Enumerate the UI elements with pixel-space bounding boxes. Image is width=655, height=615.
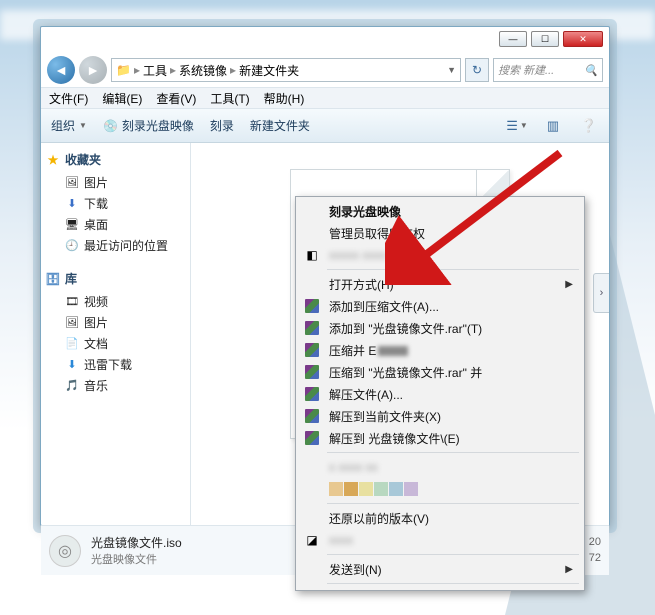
- sidebar: ★ 收藏夹 🖼 图片 ⬇ 下载 🖥 桌面 🕘 最近访问的位置 🗄 库 🎞 视频 🖼 图片 📄 文档 ⬇ 迅雷…: [41, 143, 191, 525]
- ctx-blurred-2[interactable]: x xxxx xx: [299, 456, 581, 478]
- new-folder-button[interactable]: 新建文件夹: [250, 117, 310, 134]
- ctx-send-to[interactable]: 发送到(N)▶: [299, 558, 581, 580]
- ctx-blurred-3[interactable]: ◪xxxx: [299, 529, 581, 551]
- sidebar-item-lib-2[interactable]: 📄 文档: [45, 333, 186, 354]
- sidebar-item-label: 桌面: [84, 216, 108, 233]
- crumb-1[interactable]: 系统镜像: [179, 62, 227, 79]
- selected-file-type: 光盘映像文件: [91, 551, 182, 567]
- sidebar-item-label: 最近访问的位置: [84, 237, 168, 254]
- crumb-sep-icon: ▸: [133, 63, 141, 77]
- crumb-0[interactable]: 工具: [143, 62, 167, 79]
- sidebar-item-icon: 🎞: [65, 295, 79, 309]
- view-options-button[interactable]: ☰▼: [507, 117, 527, 135]
- ctx-restore-previous[interactable]: 还原以前的版本(V): [299, 507, 581, 529]
- help-button[interactable]: ❔: [579, 117, 599, 135]
- maximize-button[interactable]: ☐: [531, 31, 559, 47]
- folder-icon: 📁: [116, 63, 131, 77]
- winrar-icon: [305, 431, 319, 445]
- ctx-add-to-rar[interactable]: 添加到 "光盘镜像文件.rar"(T): [299, 317, 581, 339]
- menu-edit[interactable]: 编辑(E): [102, 90, 142, 107]
- generic-icon: ◧: [303, 247, 321, 263]
- minimize-button[interactable]: —: [499, 31, 527, 47]
- sidebar-item-icon: 🖼: [65, 176, 79, 190]
- sidebar-item-icon: ⬇: [65, 197, 79, 211]
- burn-image-button[interactable]: 💿刻录光盘映像: [103, 117, 194, 134]
- sidebar-item-lib-1[interactable]: 🖼 图片: [45, 312, 186, 333]
- forward-button[interactable]: ►: [79, 56, 107, 84]
- context-menu: 刻录光盘映像 管理员取得所有权 ◧xxxxx xxxx 打开方式(H)▶ 添加到…: [295, 196, 585, 591]
- menu-file[interactable]: 文件(F): [49, 90, 88, 107]
- nav-row: ◄ ► 📁 ▸ 工具 ▸ 系统镜像 ▸ 新建文件夹 ▼ ↻ 搜索 新建... 🔍: [41, 53, 609, 87]
- sidebar-item-icon: 📄: [65, 337, 79, 351]
- sidebar-item-fav-2[interactable]: 🖥 桌面: [45, 214, 186, 235]
- winrar-icon: [305, 343, 319, 357]
- sidebar-item-lib-3[interactable]: ⬇ 迅雷下载: [45, 354, 186, 375]
- star-icon: ★: [45, 152, 61, 168]
- generic-icon: ◪: [303, 532, 321, 548]
- ctx-extract-here[interactable]: 解压到当前文件夹(X): [299, 405, 581, 427]
- search-icon: 🔍: [584, 64, 598, 77]
- organize-button[interactable]: 组织▼: [51, 117, 87, 134]
- ctx-extract[interactable]: 解压文件(A)...: [299, 383, 581, 405]
- crumb-2[interactable]: 新建文件夹: [239, 62, 299, 79]
- ctx-compress-and[interactable]: 压缩并 E: [299, 339, 581, 361]
- ctx-blurred-1[interactable]: ◧xxxxx xxxx: [299, 244, 581, 266]
- winrar-icon: [305, 299, 319, 313]
- back-button[interactable]: ◄: [47, 56, 75, 84]
- menu-view[interactable]: 查看(V): [156, 90, 196, 107]
- libraries-icon: 🗄: [45, 271, 61, 287]
- sidebar-item-lib-0[interactable]: 🎞 视频: [45, 291, 186, 312]
- disc-icon: 💿: [103, 119, 118, 133]
- burn-button[interactable]: 刻录: [210, 117, 234, 134]
- disc-image-icon: ◎: [49, 535, 81, 567]
- menu-help[interactable]: 帮助(H): [264, 90, 305, 107]
- refresh-button[interactable]: ↻: [465, 58, 489, 82]
- sidebar-item-label: 迅雷下载: [84, 356, 132, 373]
- submenu-arrow-icon: ▶: [565, 279, 573, 290]
- sidebar-item-label: 图片: [84, 314, 108, 331]
- sidebar-item-fav-3[interactable]: 🕘 最近访问的位置: [45, 235, 186, 256]
- sidebar-item-label: 图片: [84, 174, 108, 191]
- ctx-extract-to[interactable]: 解压到 光盘镜像文件\(E): [299, 427, 581, 449]
- close-button[interactable]: ✕: [563, 31, 603, 47]
- sidebar-item-fav-0[interactable]: 🖼 图片: [45, 172, 186, 193]
- sidebar-item-label: 视频: [84, 293, 108, 310]
- sidebar-item-label: 音乐: [84, 377, 108, 394]
- sidebar-item-icon: 🕘: [65, 239, 79, 253]
- ctx-color-swatches[interactable]: [299, 478, 581, 500]
- submenu-arrow-icon: ▶: [565, 564, 573, 575]
- sidebar-item-icon: 🖼: [65, 316, 79, 330]
- sidebar-item-fav-1[interactable]: ⬇ 下载: [45, 193, 186, 214]
- sidebar-item-label: 下载: [84, 195, 108, 212]
- selected-file-name: 光盘镜像文件.iso: [91, 534, 182, 551]
- ctx-admin-take[interactable]: 管理员取得所有权: [299, 222, 581, 244]
- ctx-add-archive[interactable]: 添加到压缩文件(A)...: [299, 295, 581, 317]
- sidebar-item-icon: ⬇: [65, 358, 79, 372]
- menubar: 文件(F) 编辑(E) 查看(V) 工具(T) 帮助(H): [41, 87, 609, 109]
- ctx-open-with[interactable]: 打开方式(H)▶: [299, 273, 581, 295]
- winrar-icon: [305, 321, 319, 335]
- sidebar-group-libraries[interactable]: 🗄 库: [45, 270, 186, 287]
- address-dropdown-icon[interactable]: ▼: [447, 65, 456, 75]
- address-bar[interactable]: 📁 ▸ 工具 ▸ 系统镜像 ▸ 新建文件夹 ▼: [111, 58, 461, 82]
- preview-pane-button[interactable]: ▥: [543, 117, 563, 135]
- search-box[interactable]: 搜索 新建... 🔍: [493, 58, 603, 82]
- sidebar-group-favorites[interactable]: ★ 收藏夹: [45, 151, 186, 168]
- preview-collapse-handle[interactable]: ›: [593, 273, 609, 313]
- menu-tools[interactable]: 工具(T): [210, 90, 249, 107]
- sidebar-item-lib-4[interactable]: 🎵 音乐: [45, 375, 186, 396]
- winrar-icon: [305, 365, 319, 379]
- ctx-burn-image[interactable]: 刻录光盘映像: [299, 200, 581, 222]
- crumb-sep-icon: ▸: [169, 63, 177, 77]
- search-placeholder: 搜索 新建...: [498, 62, 554, 78]
- winrar-icon: [305, 409, 319, 423]
- sidebar-item-icon: 🎵: [65, 379, 79, 393]
- toolbar: 组织▼ 💿刻录光盘映像 刻录 新建文件夹 ☰▼ ▥ ❔: [41, 109, 609, 143]
- crumb-sep-icon: ▸: [229, 63, 237, 77]
- sidebar-item-icon: 🖥: [65, 218, 79, 232]
- ctx-compress-to-and[interactable]: 压缩到 "光盘镜像文件.rar" 并: [299, 361, 581, 383]
- titlebar: — ☐ ✕: [41, 27, 609, 53]
- sidebar-item-label: 文档: [84, 335, 108, 352]
- winrar-icon: [305, 387, 319, 401]
